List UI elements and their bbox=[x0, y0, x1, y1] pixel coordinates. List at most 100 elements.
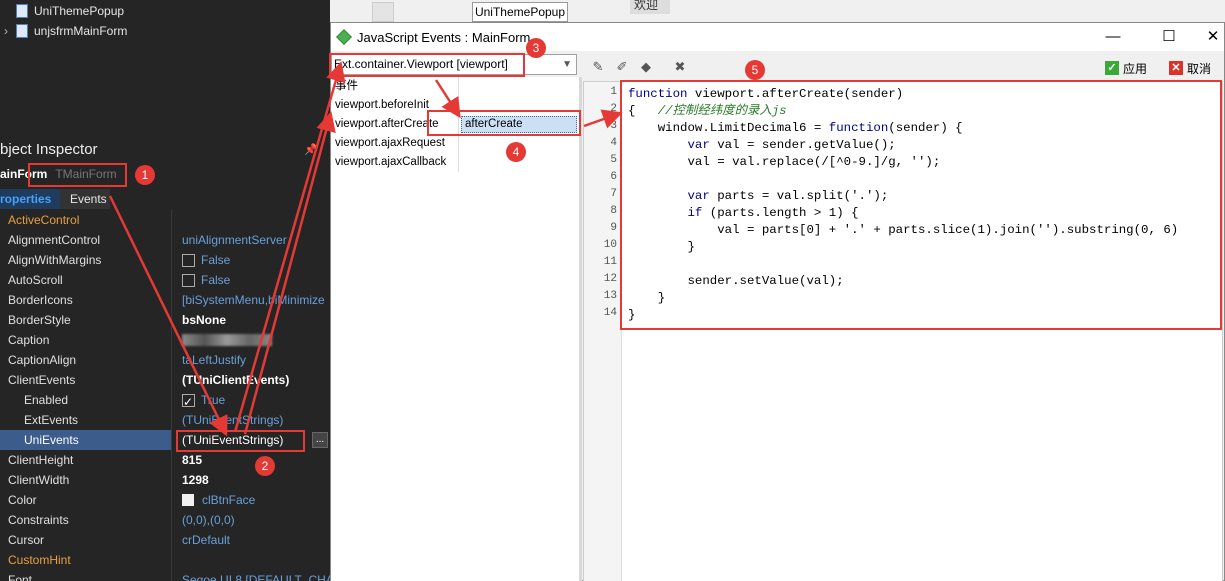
property-value[interactable]: False bbox=[172, 270, 330, 290]
property-row[interactable]: Caption bbox=[0, 330, 330, 350]
property-name: Cursor bbox=[0, 530, 172, 550]
event-handler[interactable] bbox=[459, 96, 579, 115]
property-value[interactable]: Segoe UI 8 [DEFAULT_CHA bbox=[172, 570, 330, 581]
delete-event-icon[interactable]: ✖ bbox=[671, 58, 689, 76]
property-row[interactable]: ClientEvents (TUniClientEvents) bbox=[0, 370, 330, 390]
object-inspector-header: bject Inspector 📌 bbox=[0, 138, 330, 160]
tab-events[interactable]: Events bbox=[60, 189, 110, 209]
property-row[interactable]: UniEvents (TUniEventStrings)... bbox=[0, 430, 330, 450]
property-row[interactable]: ClientWidth 1298 bbox=[0, 470, 330, 490]
property-row[interactable]: Enabled True bbox=[0, 390, 330, 410]
property-value[interactable]: (TUniEventStrings) bbox=[172, 430, 330, 450]
checkbox[interactable] bbox=[182, 273, 195, 287]
property-row[interactable]: CustomHint bbox=[0, 550, 330, 570]
property-row[interactable]: ClientHeight 815 bbox=[0, 450, 330, 470]
pin-icon[interactable]: 📌 bbox=[304, 143, 330, 156]
property-value[interactable] bbox=[172, 550, 330, 570]
property-row[interactable]: Cursor crDefault bbox=[0, 530, 330, 550]
ellipsis-button[interactable]: ... bbox=[312, 432, 328, 448]
property-value[interactable]: clBtnFace bbox=[172, 490, 330, 510]
property-name: AutoScroll bbox=[0, 270, 172, 290]
property-value[interactable]: False bbox=[172, 250, 330, 270]
checkbox[interactable] bbox=[182, 253, 195, 267]
maximize-button[interactable]: ☐ bbox=[1149, 23, 1189, 51]
code-line[interactable]: var parts = val.split('.'); bbox=[628, 188, 889, 205]
property-name: Color bbox=[0, 490, 172, 510]
code-line[interactable]: window.LimitDecimal6 = function(sender) … bbox=[628, 120, 963, 137]
property-row[interactable]: BorderStyle bsNone bbox=[0, 310, 330, 330]
property-row[interactable]: AlignWithMargins False bbox=[0, 250, 330, 270]
property-name: Caption bbox=[0, 330, 172, 350]
property-value-text: (TUniClientEvents) bbox=[182, 373, 290, 387]
property-row[interactable]: ExtEvents (TUniEventStrings) bbox=[0, 410, 330, 430]
event-row[interactable]: viewport.afterCreate afterCreate bbox=[331, 115, 579, 134]
pin-event-icon[interactable]: ◆ bbox=[637, 58, 655, 76]
property-row[interactable]: Constraints (0,0),(0,0) bbox=[0, 510, 330, 530]
property-value[interactable]: (TUniEventStrings) bbox=[172, 410, 330, 430]
property-value[interactable] bbox=[172, 330, 330, 350]
cancel-button[interactable]: ✕ 取消 bbox=[1169, 60, 1211, 76]
code-line[interactable]: } bbox=[628, 239, 694, 256]
new-event-icon[interactable]: ✎ bbox=[589, 58, 607, 76]
chevron-right-icon[interactable]: › bbox=[0, 24, 12, 38]
unithemepopup-component[interactable]: UniThemePopup bbox=[472, 2, 568, 22]
property-value[interactable]: uniAlignmentServer bbox=[172, 230, 330, 250]
event-list: 事件 viewport.beforeInit viewport.afterCrea… bbox=[331, 77, 579, 581]
edit-event-icon[interactable]: ✐ bbox=[613, 58, 631, 76]
event-handler[interactable]: afterCreate bbox=[461, 116, 577, 133]
code-line[interactable]: function viewport.afterCreate(sender) bbox=[628, 86, 903, 103]
code-line[interactable]: sender.setValue(val); bbox=[628, 273, 843, 290]
code-line[interactable]: { //控制经纬度的录入js bbox=[628, 103, 787, 120]
tree-item[interactable]: › unjsfrmMainForm bbox=[0, 21, 127, 41]
property-row[interactable]: CaptionAlign taLeftJustify bbox=[0, 350, 330, 370]
event-row[interactable]: viewport.ajaxCallback bbox=[331, 153, 579, 172]
property-value[interactable]: taLeftJustify bbox=[172, 350, 330, 370]
code-line[interactable]: if (parts.length > 1) { bbox=[628, 205, 859, 222]
property-value[interactable]: [biSystemMenu,biMinimize bbox=[172, 290, 330, 310]
property-value-text: crDefault bbox=[182, 533, 231, 547]
event-list-header: 事件 bbox=[331, 77, 579, 96]
property-value[interactable] bbox=[172, 210, 330, 230]
chevron-down-icon[interactable]: ▼ bbox=[562, 55, 572, 74]
badge-5: 5 bbox=[745, 60, 765, 80]
splitter[interactable] bbox=[579, 77, 582, 581]
minimize-button[interactable]: — bbox=[1093, 23, 1133, 51]
property-value[interactable]: True bbox=[172, 390, 330, 410]
property-value[interactable]: (TUniClientEvents) bbox=[172, 370, 330, 390]
close-button[interactable]: ✕ bbox=[1193, 23, 1225, 51]
property-row[interactable]: Color clBtnFace bbox=[0, 490, 330, 510]
tab-properties[interactable]: roperties bbox=[0, 189, 60, 209]
property-name: CaptionAlign bbox=[0, 350, 172, 370]
event-name: viewport.ajaxRequest bbox=[335, 134, 459, 153]
checkbox[interactable] bbox=[182, 392, 195, 410]
component-selector[interactable]: ainForm TMainForm bbox=[0, 164, 117, 184]
code-editor[interactable]: 1 2 3 4 5 6 7 8 9 10 11 12 13 14 function viewport.af… bbox=[583, 81, 1223, 581]
property-row[interactable]: Font Segoe UI 8 [DEFAULT_CHA bbox=[0, 570, 330, 581]
property-value[interactable]: (0,0),(0,0) bbox=[172, 510, 330, 530]
badge-4: 4 bbox=[506, 142, 526, 162]
property-name: UniEvents bbox=[0, 430, 172, 450]
trash-icon[interactable] bbox=[372, 2, 394, 22]
property-value[interactable]: bsNone bbox=[172, 310, 330, 330]
event-row[interactable]: viewport.ajaxRequest bbox=[331, 134, 579, 153]
tab-welcome[interactable]: 欢迎 bbox=[630, 0, 670, 14]
code-line[interactable]: } bbox=[628, 307, 635, 324]
tree-item[interactable]: UniThemePopup bbox=[0, 1, 124, 21]
property-value[interactable]: 815 bbox=[172, 450, 330, 470]
apply-button[interactable]: ✓ 应用 bbox=[1105, 60, 1147, 76]
property-row[interactable]: BorderIcons [biSystemMenu,biMinimize bbox=[0, 290, 330, 310]
property-row[interactable]: AlignmentControl uniAlignmentServer bbox=[0, 230, 330, 250]
code-line[interactable]: val = val.replace(/[^0-9.]/g, ''); bbox=[628, 154, 940, 171]
property-value[interactable]: 1298 bbox=[172, 470, 330, 490]
code-line[interactable]: var val = sender.getValue(); bbox=[628, 137, 896, 154]
property-name: ActiveControl bbox=[0, 210, 172, 230]
component-combo[interactable]: Ext.container.Viewport [viewport] ▼ bbox=[331, 54, 577, 75]
code-line[interactable]: } bbox=[628, 290, 665, 307]
event-row[interactable]: viewport.beforeInit bbox=[331, 96, 579, 115]
property-value-text: clBtnFace bbox=[202, 493, 256, 507]
property-value[interactable]: crDefault bbox=[172, 530, 330, 550]
property-row[interactable]: AutoScroll False bbox=[0, 270, 330, 290]
code-line[interactable]: val = parts[0] + '.' + parts.slice(1).jo… bbox=[628, 222, 1178, 239]
close-icon: ✕ bbox=[1169, 61, 1183, 75]
property-row[interactable]: ActiveControl bbox=[0, 210, 330, 230]
